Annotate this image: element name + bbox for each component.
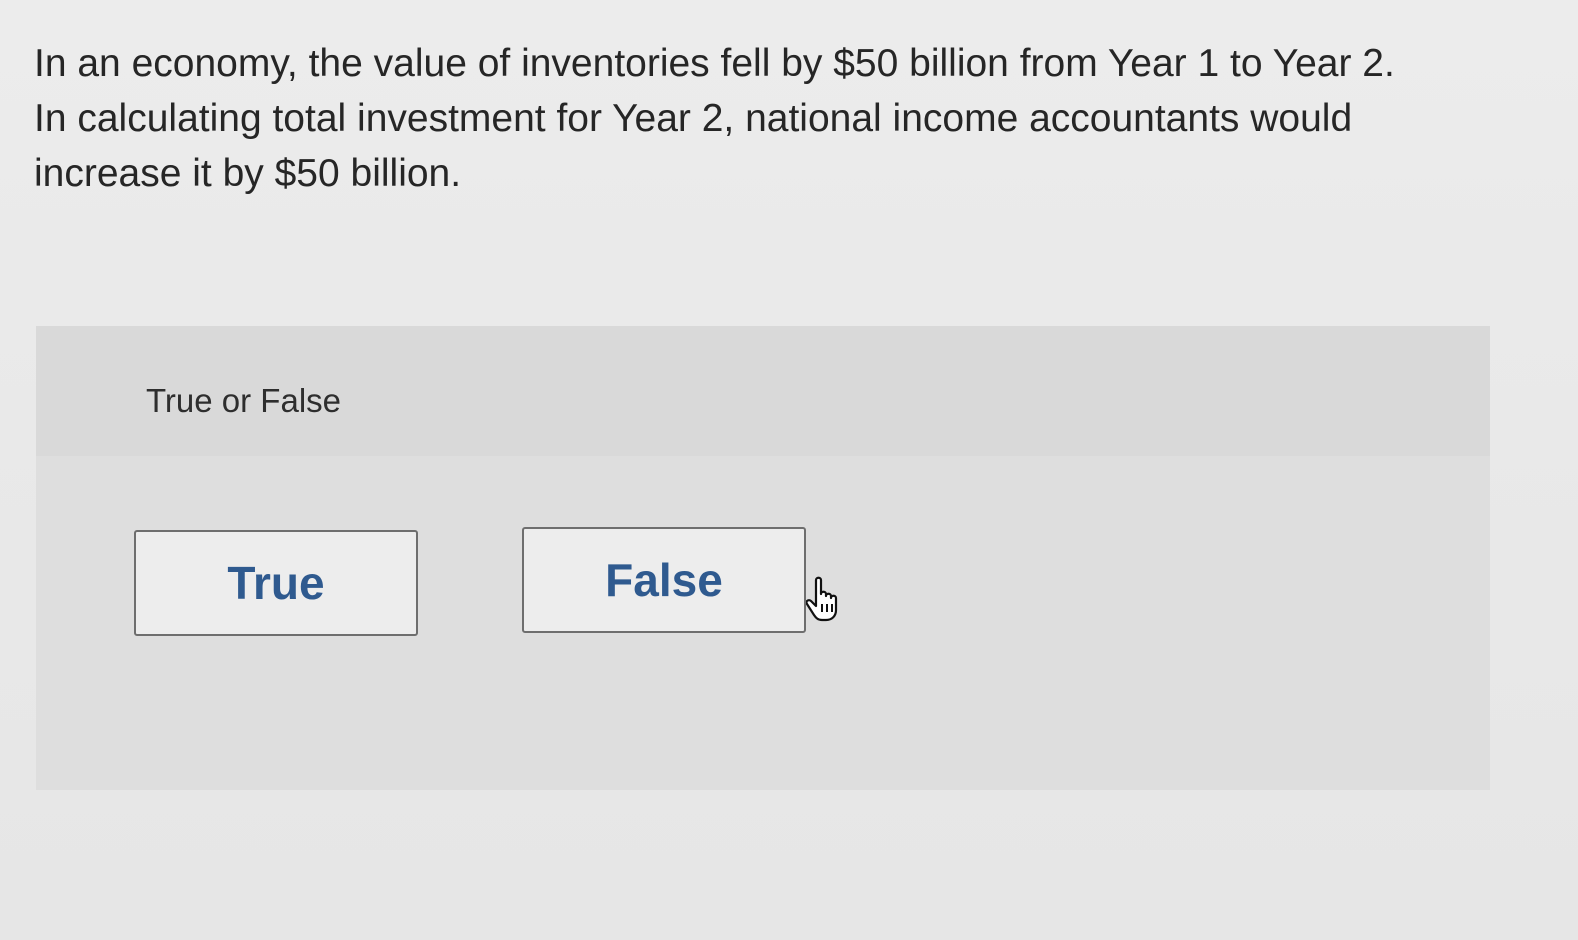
question-line: increase it by $50 billion. <box>34 152 462 195</box>
hand-pointer-icon <box>806 576 838 622</box>
question-text: In an economy, the value of inventories … <box>34 36 1494 201</box>
answer-panel: True or False True False <box>36 326 1490 790</box>
question-line: In calculating total investment for Year… <box>34 97 1353 140</box>
prompt-label: True or False <box>146 382 342 419</box>
false-button[interactable]: False <box>522 527 806 633</box>
true-button[interactable]: True <box>134 530 418 636</box>
question-line: In an economy, the value of inventories … <box>34 42 1395 85</box>
